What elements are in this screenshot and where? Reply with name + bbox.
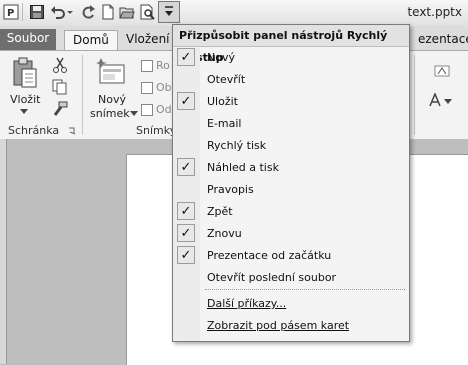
slides-group: Nový snímek Ro Ob Od Snímky <box>84 51 176 139</box>
section-icon[interactable] <box>141 104 153 116</box>
checkmark-icon: ✓ <box>177 92 195 110</box>
dialog-launcher-icon[interactable] <box>68 127 76 135</box>
menu-item-show-below-ribbon[interactable]: Zobrazit pod pásem karet <box>173 315 409 337</box>
customize-qat-button[interactable] <box>158 1 180 23</box>
open-folder-icon[interactable] <box>119 4 135 20</box>
paste-button[interactable]: Vložit <box>10 93 40 106</box>
tab-home[interactable]: Domů <box>64 30 118 51</box>
checkmark-icon: ✓ <box>177 48 195 66</box>
menu-item-label: Zpět <box>207 205 233 218</box>
checkmark-icon: ✓ <box>177 224 195 242</box>
clipboard-group-label: Schránka <box>8 124 60 137</box>
menu-divider <box>205 289 405 290</box>
menu-item-more-commands[interactable]: Další příkazy... <box>173 293 409 315</box>
layout-icon[interactable] <box>141 60 153 72</box>
font-color-icon[interactable] <box>428 93 442 107</box>
menu-item-label: E-mail <box>207 117 242 130</box>
menu-item-email[interactable]: E-mail <box>173 113 409 135</box>
menu-item-label: Znovu <box>207 227 242 240</box>
font-color-dropdown-icon[interactable] <box>444 99 452 105</box>
menu-item-label: Uložit <box>207 95 238 108</box>
menu-item-label: Další příkazy... <box>207 297 287 310</box>
slides-group-label: Snímky <box>136 124 177 137</box>
menu-item-label: Nový <box>207 51 235 64</box>
title-bar: P text.pptx <box>0 0 468 27</box>
menu-title: Přizpůsobit panel nástrojů Rychlý přístu… <box>173 25 409 64</box>
menu-item-label: Náhled a tisk <box>207 161 279 174</box>
menu-item-save[interactable]: ✓ Uložit <box>173 91 409 113</box>
tab-insert[interactable]: Vložení <box>118 30 178 50</box>
undo-icon[interactable] <box>50 4 66 20</box>
powerpoint-logo-icon[interactable]: P <box>3 4 19 20</box>
cut-icon[interactable] <box>52 57 68 73</box>
layout-button[interactable]: Ro <box>156 59 170 72</box>
new-slide-label-line1[interactable]: Nový <box>98 93 126 106</box>
menu-item-label: Otevřít <box>207 73 246 86</box>
menu-item-label: Pravopis <box>207 183 254 196</box>
menu-item-print-preview[interactable]: ✓ Náhled a tisk <box>173 157 409 179</box>
new-slide-dropdown-icon[interactable] <box>130 111 138 117</box>
new-slide-label-line2[interactable]: snímek <box>90 107 130 120</box>
new-document-icon[interactable] <box>100 4 116 20</box>
slides-pane-edge[interactable] <box>0 139 7 364</box>
checkmark-icon: ✓ <box>177 158 195 176</box>
menu-item-label: Rychlý tisk <box>207 139 267 152</box>
clipboard-group: Vložit Schránka <box>2 51 80 139</box>
paste-dropdown-icon[interactable] <box>20 109 28 115</box>
paste-icon[interactable] <box>12 57 38 89</box>
section-button[interactable]: Od <box>156 103 172 116</box>
format-painter-icon[interactable] <box>52 101 68 117</box>
reset-icon[interactable] <box>141 82 153 94</box>
tab-slideshow[interactable]: ezentace <box>410 30 468 50</box>
clear-formatting-icon[interactable] <box>434 63 450 79</box>
menu-item-open[interactable]: Otevřít <box>173 69 409 91</box>
customize-qat-menu: Přizpůsobit panel nástrojů Rychlý přístu… <box>172 24 410 342</box>
window-title: text.pptx <box>407 5 462 19</box>
menu-item-redo[interactable]: ✓ Znovu <box>173 223 409 245</box>
menu-item-label: Otevřít poslední soubor <box>207 271 337 284</box>
menu-item-new[interactable]: ✓ Nový <box>173 47 409 69</box>
qat-separator <box>22 3 23 21</box>
menu-item-spelling[interactable]: Pravopis <box>173 179 409 201</box>
menu-item-undo[interactable]: ✓ Zpět <box>173 201 409 223</box>
menu-item-label: Zobrazit pod pásem karet <box>207 319 350 332</box>
checkmark-icon: ✓ <box>177 246 195 264</box>
menu-item-start-slideshow[interactable]: ✓ Prezentace od začátku <box>173 245 409 267</box>
group-separator <box>414 55 415 135</box>
customize-dropdown-icon <box>165 6 173 16</box>
print-preview-icon[interactable] <box>139 4 155 20</box>
menu-item-label: Prezentace od začátku <box>207 249 332 262</box>
reset-button[interactable]: Ob <box>156 81 172 94</box>
copy-icon[interactable] <box>52 79 68 95</box>
tab-file[interactable]: Soubor <box>0 29 56 50</box>
undo-dropdown-icon[interactable] <box>66 4 74 20</box>
svg-text:P: P <box>7 8 14 19</box>
checkmark-icon: ✓ <box>177 202 195 220</box>
group-separator <box>82 55 83 135</box>
redo-icon[interactable] <box>80 4 96 20</box>
save-icon[interactable] <box>29 4 45 20</box>
menu-item-open-recent[interactable]: Otevřít poslední soubor <box>173 267 409 289</box>
new-slide-icon[interactable] <box>96 57 126 87</box>
menu-item-quick-print[interactable]: Rychlý tisk <box>173 135 409 157</box>
